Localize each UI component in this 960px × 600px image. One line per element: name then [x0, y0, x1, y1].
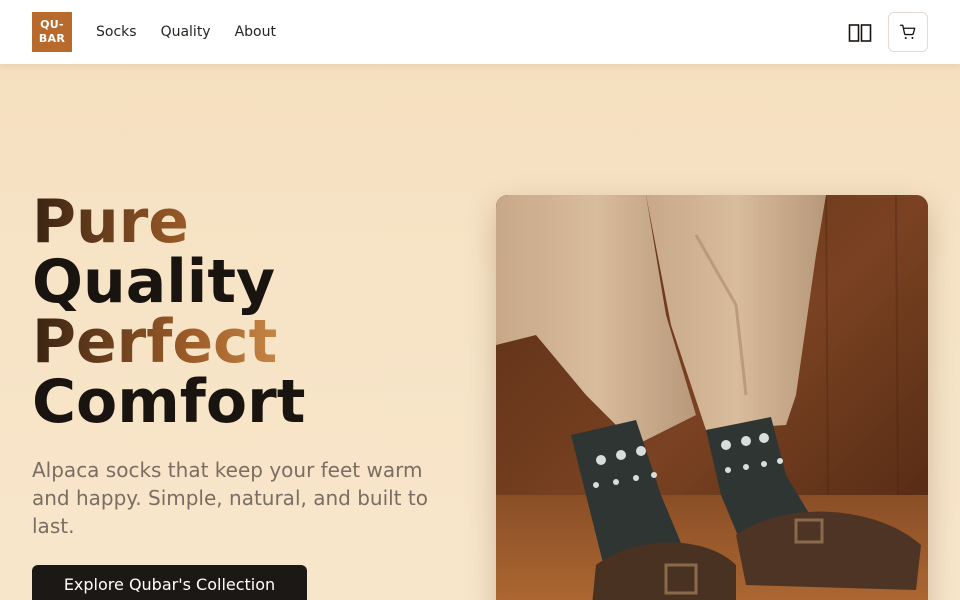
explore-collection-button[interactable]: Explore Qubar's Collection [32, 565, 307, 600]
book-open-icon[interactable] [846, 20, 874, 46]
logo-line-1: QU- [40, 18, 64, 31]
cart-button[interactable] [888, 12, 928, 52]
nav-link-socks[interactable]: Socks [96, 24, 137, 40]
shopping-cart-icon [899, 24, 916, 40]
logo-line-2: BAR [38, 32, 66, 45]
headline-line-2: Quality [32, 247, 276, 317]
hero-photo [496, 195, 928, 600]
hero-subtitle: Alpaca socks that keep your feet warm an… [32, 458, 428, 538]
qubar-logo[interactable]: QU- BAR [32, 12, 72, 52]
site-header: QU- BAR Socks Quality About [0, 0, 960, 64]
nav-link-quality[interactable]: Quality [161, 24, 211, 40]
nav-link-about[interactable]: About [235, 24, 276, 40]
book-open-icon-glyph [848, 24, 872, 42]
socks-photo-illustration [496, 195, 928, 600]
headline-line-4: Comfort [32, 367, 306, 437]
headline-line-3: Perfect [32, 312, 472, 372]
main-nav: Socks Quality About [96, 0, 276, 64]
hero-headline: Pure Quality Perfect Comfort [32, 192, 472, 432]
headline-line-1: Pure [32, 192, 472, 252]
